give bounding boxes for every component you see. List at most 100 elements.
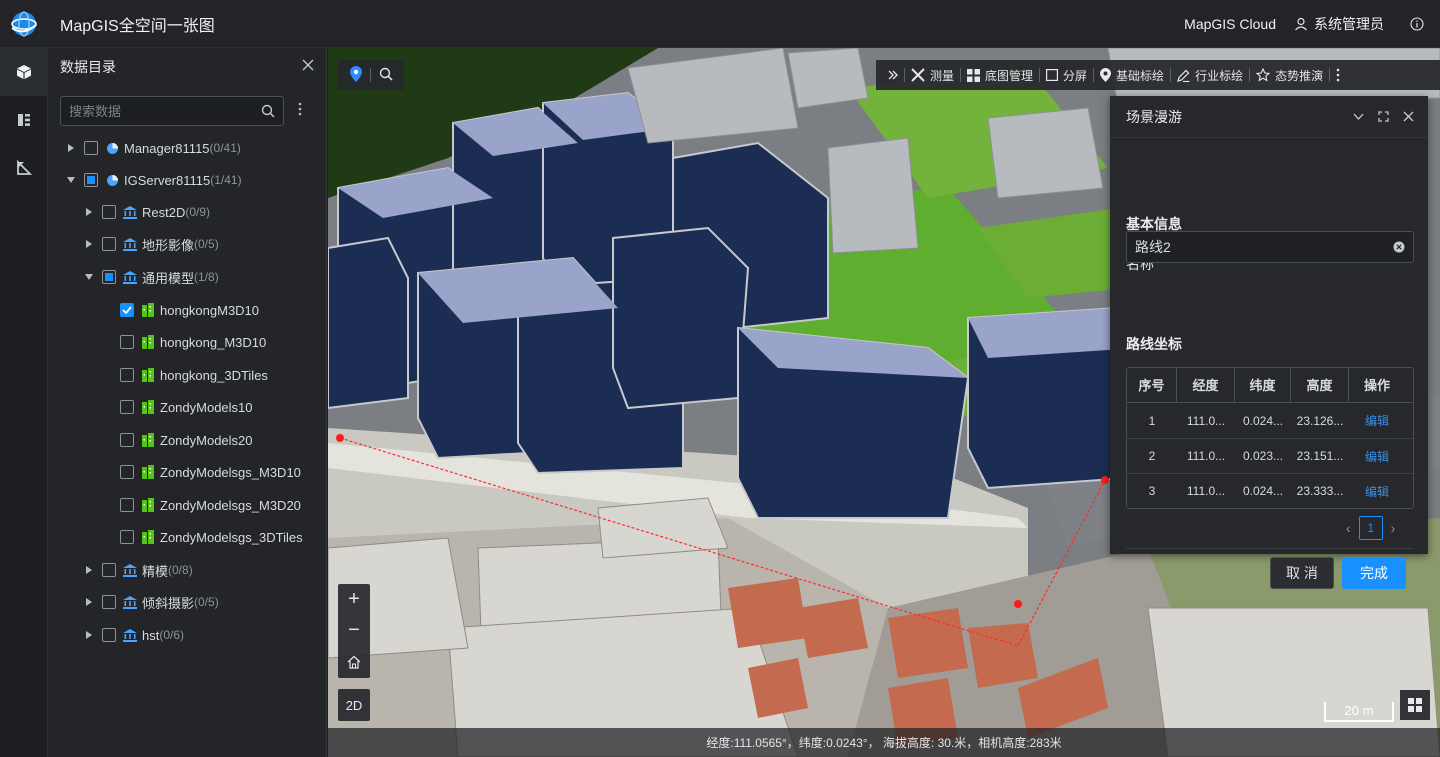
toolbar-more-button[interactable] xyxy=(1330,68,1346,82)
prev-page-icon[interactable]: ‹ xyxy=(1346,520,1351,536)
leaf-checkbox[interactable] xyxy=(120,530,134,544)
page-number-button[interactable]: 1 xyxy=(1358,516,1383,540)
leaf-checkbox[interactable] xyxy=(120,498,134,512)
leaf-checkbox[interactable] xyxy=(120,465,134,479)
toolbar-basemap[interactable]: 底图管理 xyxy=(961,67,1039,84)
tree-node-hst[interactable]: hst (0/6) xyxy=(84,622,184,648)
table-pagination: ‹ 1 › xyxy=(1346,516,1395,540)
rail-item-data[interactable] xyxy=(0,48,48,96)
node-checkbox[interactable] xyxy=(84,141,98,155)
col-latitude: 纬度 xyxy=(1235,367,1291,403)
clear-icon[interactable] xyxy=(1393,241,1405,253)
user-menu[interactable]: 系统管理员 xyxy=(1294,14,1384,34)
brand-link[interactable]: MapGIS Cloud xyxy=(1184,16,1276,32)
leaf-checkbox[interactable] xyxy=(120,368,134,382)
edit-link[interactable]: 编辑 xyxy=(1349,448,1405,465)
globe-logo-icon xyxy=(11,10,37,37)
catalog-title: 数据目录 xyxy=(60,59,116,75)
tree-leaf[interactable]: hongkong_M3D10 xyxy=(120,329,266,355)
caret-right-icon[interactable] xyxy=(84,597,94,607)
roam-panel-title: 场景漫游 xyxy=(1126,108,1182,125)
fullscreen-icon[interactable] xyxy=(1378,111,1389,122)
toolbar-situation[interactable]: 态势推演 xyxy=(1250,67,1329,84)
leaf-checkbox[interactable] xyxy=(120,433,134,447)
tree-leaf[interactable]: ZondyModels10 xyxy=(120,394,253,420)
cancel-button[interactable]: 取 消 xyxy=(1270,557,1334,589)
search-icon[interactable] xyxy=(261,104,275,118)
toolbar-split[interactable]: 分屏 xyxy=(1040,67,1093,84)
caret-down-icon[interactable] xyxy=(66,175,76,185)
bank-icon xyxy=(122,627,138,643)
node-checkbox[interactable] xyxy=(102,270,116,284)
caret-right-icon[interactable] xyxy=(84,565,94,575)
tree-leaf[interactable]: hongkongM3D10 xyxy=(120,297,259,323)
rail-item-plot[interactable] xyxy=(0,144,48,192)
layer-grid-icon xyxy=(1408,698,1422,712)
tree-leaf[interactable]: ZondyModelsgs_M3D10 xyxy=(120,459,301,485)
caret-right-icon[interactable] xyxy=(84,239,94,249)
catalog-search-input[interactable] xyxy=(69,103,261,119)
zoom-out-button[interactable]: − xyxy=(338,615,370,646)
caret-right-icon[interactable] xyxy=(84,207,94,217)
tree-node-rest2d[interactable]: Rest2D (0/9) xyxy=(84,199,210,225)
tree-leaf[interactable]: ZondyModelsgs_M3D20 xyxy=(120,492,301,518)
tree-leaf[interactable]: ZondyModels20 xyxy=(120,427,253,453)
route-coords-heading: 路线坐标 xyxy=(1126,336,1182,352)
close-icon[interactable] xyxy=(1403,111,1414,122)
chevron-down-icon[interactable] xyxy=(1353,113,1364,121)
map-search-icon[interactable] xyxy=(379,67,393,84)
tree-node-fine-model[interactable]: 精模 (0/8) xyxy=(84,557,193,583)
toolbar-collapse-button[interactable] xyxy=(882,70,904,80)
node-checkbox[interactable] xyxy=(102,205,116,219)
info-button[interactable] xyxy=(1408,15,1426,33)
location-pin-icon[interactable] xyxy=(349,65,362,85)
app-logo[interactable] xyxy=(0,0,48,48)
home-button[interactable] xyxy=(338,646,370,677)
toolbar-basic-plot[interactable]: 基础标绘 xyxy=(1094,67,1170,84)
node-checkbox[interactable] xyxy=(102,563,116,577)
edit-link[interactable]: 编辑 xyxy=(1349,483,1405,500)
tree-leaf[interactable]: hongkong_3DTiles xyxy=(120,362,268,388)
toolbar-measure[interactable]: 测量 xyxy=(905,67,960,84)
caret-right-icon[interactable] xyxy=(66,143,76,153)
tree-node-manager[interactable]: Manager81115 (0/41) xyxy=(66,135,241,161)
layer-switch-button[interactable] xyxy=(1400,690,1430,720)
toggle-2d-button[interactable]: 2D xyxy=(338,689,370,721)
node-checkbox[interactable] xyxy=(84,173,98,187)
leaf-checkbox[interactable] xyxy=(120,303,134,317)
route-name-input[interactable] xyxy=(1135,239,1393,255)
next-page-icon[interactable]: › xyxy=(1391,520,1396,536)
cell-height: 23.126... xyxy=(1296,413,1344,428)
tree-node-general-model[interactable]: 通用模型 (1/8) xyxy=(84,264,219,290)
model-layer-icon xyxy=(140,464,156,480)
done-button[interactable]: 完成 xyxy=(1342,557,1406,589)
data-catalog-panel: 数据目录 搜索数据 Manager81115 (0/41) IGServer81… xyxy=(48,48,327,757)
rail-item-catalog[interactable] xyxy=(0,96,48,144)
left-icon-rail xyxy=(0,48,48,757)
node-checkbox[interactable] xyxy=(102,595,116,609)
more-vertical-icon xyxy=(1336,68,1340,82)
catalog-close-button[interactable] xyxy=(302,59,314,75)
tree-node-count: (0/9) xyxy=(185,205,211,219)
leaf-checkbox[interactable] xyxy=(120,335,134,349)
bank-icon xyxy=(122,236,138,252)
caret-down-icon[interactable] xyxy=(84,272,94,282)
node-checkbox[interactable] xyxy=(102,237,116,251)
tree-node-oblique[interactable]: 倾斜摄影 (0/5) xyxy=(84,589,219,615)
toolbar-industry-plot-label: 行业标绘 xyxy=(1195,68,1244,83)
tree-node-label: hongkong_3DTiles xyxy=(160,367,268,383)
map-viewport[interactable]: 测量 底图管理 分屏 基础标绘 行业标绘 态势推演 + − 2D 20 m 经度… xyxy=(328,48,1440,757)
zoom-in-button[interactable]: + xyxy=(338,584,370,615)
toolbar-industry-plot[interactable]: 行业标绘 xyxy=(1171,67,1249,84)
node-checkbox[interactable] xyxy=(102,628,116,642)
tree-node-igserver[interactable]: IGServer81115 (1/41) xyxy=(66,167,242,193)
edit-link[interactable]: 编辑 xyxy=(1349,412,1405,429)
leaf-checkbox[interactable] xyxy=(120,400,134,414)
tree-node-terrain[interactable]: 地形影像 (0/5) xyxy=(84,231,219,257)
catalog-more-button[interactable] xyxy=(294,102,306,121)
tree-node-label: 通用模型 xyxy=(142,270,195,286)
tree-leaf[interactable]: ZondyModelsgs_3DTiles xyxy=(120,524,303,550)
caret-right-icon[interactable] xyxy=(84,630,94,640)
tree-node-label: hongkong_M3D10 xyxy=(160,334,267,350)
model-layer-icon xyxy=(140,497,156,513)
